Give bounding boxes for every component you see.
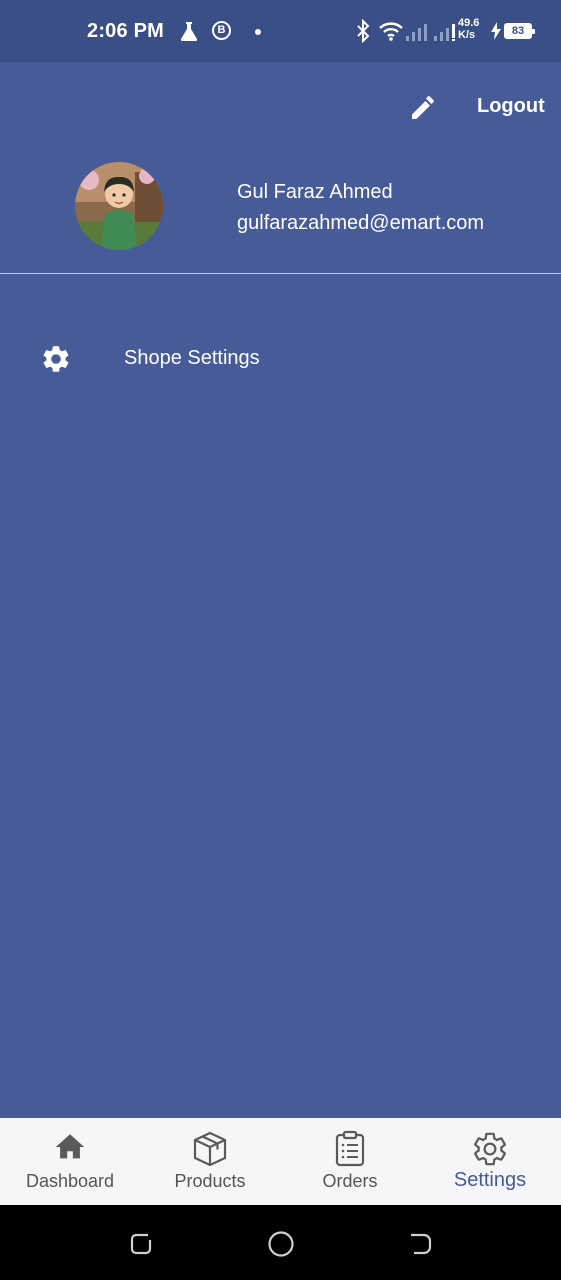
back-icon[interactable]: [408, 1231, 434, 1262]
battery-level: 83: [506, 25, 530, 37]
speed-value: 49.6: [458, 17, 480, 29]
battery-icon: 83: [504, 23, 535, 39]
logout-button[interactable]: Logout: [477, 95, 545, 118]
gear-icon: [471, 1130, 509, 1173]
wifi-icon: [378, 20, 404, 47]
tab-products[interactable]: Products: [140, 1118, 280, 1205]
network-speed: 49.6 K/s: [458, 17, 479, 41]
bluetooth-icon: [354, 18, 372, 48]
profile-email: gulfarazahmed@emart.com: [237, 212, 485, 234]
tab-label: Dashboard: [25, 1171, 115, 1191]
status-bar: 2:06 PM B 49.6 K/s 83: [0, 0, 561, 62]
avatar: [75, 162, 163, 250]
recent-apps-icon[interactable]: [128, 1231, 154, 1262]
signal-icon: [404, 22, 430, 47]
flask-icon: [178, 20, 200, 47]
tab-settings[interactable]: Settings: [420, 1118, 560, 1205]
gear-icon: [40, 343, 72, 380]
menu-item-label: Shope Settings: [124, 347, 260, 369]
tab-dashboard[interactable]: Dashboard: [0, 1118, 140, 1205]
clipboard-icon: [331, 1130, 369, 1173]
home-icon: [53, 1130, 87, 1169]
box-icon: [191, 1130, 229, 1173]
home-button-icon[interactable]: [267, 1230, 295, 1263]
tab-label: Orders: [322, 1171, 378, 1191]
dot-icon: [255, 29, 261, 35]
divider: [0, 273, 561, 274]
b-badge-icon: B: [212, 21, 231, 40]
tab-orders[interactable]: Orders: [280, 1118, 420, 1205]
tab-label: Products: [174, 1171, 246, 1191]
profile-name: Gul Faraz Ahmed: [237, 181, 393, 203]
status-time: 2:06 PM: [87, 20, 164, 42]
speed-unit: K/s: [458, 29, 476, 41]
pencil-icon[interactable]: [408, 90, 440, 127]
signal-icon: [432, 22, 458, 47]
charging-icon: [490, 22, 502, 45]
menu-item-shop-settings[interactable]: [0, 328, 561, 390]
tab-label: Settings: [453, 1169, 527, 1191]
